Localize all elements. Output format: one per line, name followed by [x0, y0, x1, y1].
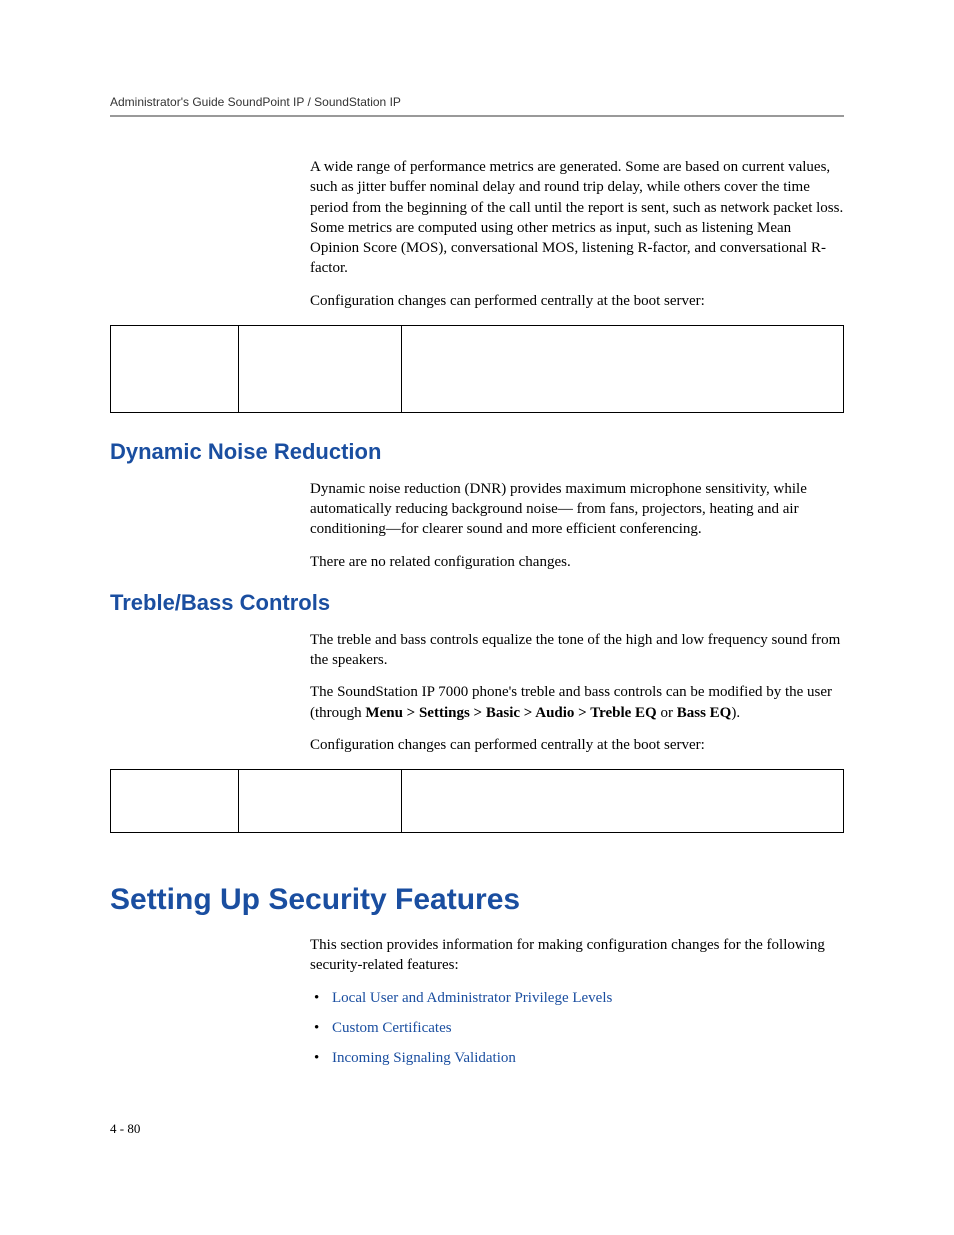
treble-p2-mid: or — [657, 705, 677, 721]
intro-paragraph-2: Configuration changes can performed cent… — [310, 291, 844, 311]
config-table-1 — [110, 325, 844, 413]
dnr-block: Dynamic noise reduction (DNR) provides m… — [310, 479, 844, 572]
config-table-2-cell-3 — [402, 770, 844, 833]
config-table-1-cell-3 — [402, 325, 844, 412]
treble-p2-bold-1: Menu > Settings > Basic > Audio > Treble… — [365, 705, 656, 721]
dnr-paragraph-2: There are no related configuration chang… — [310, 552, 844, 572]
config-table-1-cell-2 — [239, 325, 402, 412]
security-intro: This section provides information for ma… — [310, 935, 844, 976]
security-block: This section provides information for ma… — [310, 935, 844, 1068]
intro-paragraph-1: A wide range of performance metrics are … — [310, 157, 844, 279]
dnr-paragraph-1: Dynamic noise reduction (DNR) provides m… — [310, 479, 844, 540]
list-item: Custom Certificates — [332, 1018, 844, 1038]
list-item: Local User and Administrator Privilege L… — [332, 988, 844, 1008]
link-incoming-signaling[interactable]: Incoming Signaling Validation — [332, 1050, 516, 1066]
security-heading: Setting Up Security Features — [110, 883, 844, 917]
treble-paragraph-3: Configuration changes can performed cent… — [310, 735, 844, 755]
treble-paragraph-1: The treble and bass controls equalize th… — [310, 630, 844, 671]
running-header: Administrator's Guide SoundPoint IP / So… — [110, 95, 844, 109]
link-local-user-admin[interactable]: Local User and Administrator Privilege L… — [332, 990, 612, 1006]
treble-p2-post: ). — [731, 705, 740, 721]
config-table-2 — [110, 769, 844, 833]
header-rule — [110, 115, 844, 117]
link-custom-certificates[interactable]: Custom Certificates — [332, 1020, 452, 1036]
security-link-list: Local User and Administrator Privilege L… — [310, 988, 844, 1069]
treble-paragraph-2: The SoundStation IP 7000 phone's treble … — [310, 682, 844, 723]
page-number: 4 - 80 — [110, 1121, 140, 1137]
intro-block: A wide range of performance metrics are … — [310, 157, 844, 311]
config-table-1-cell-1 — [111, 325, 239, 412]
treble-block: The treble and bass controls equalize th… — [310, 630, 844, 755]
config-table-2-cell-2 — [239, 770, 402, 833]
treble-p2-bold-2: Bass EQ — [677, 705, 732, 721]
config-table-2-cell-1 — [111, 770, 239, 833]
list-item: Incoming Signaling Validation — [332, 1048, 844, 1068]
dnr-heading: Dynamic Noise Reduction — [110, 439, 844, 465]
treble-heading: Treble/Bass Controls — [110, 590, 844, 616]
